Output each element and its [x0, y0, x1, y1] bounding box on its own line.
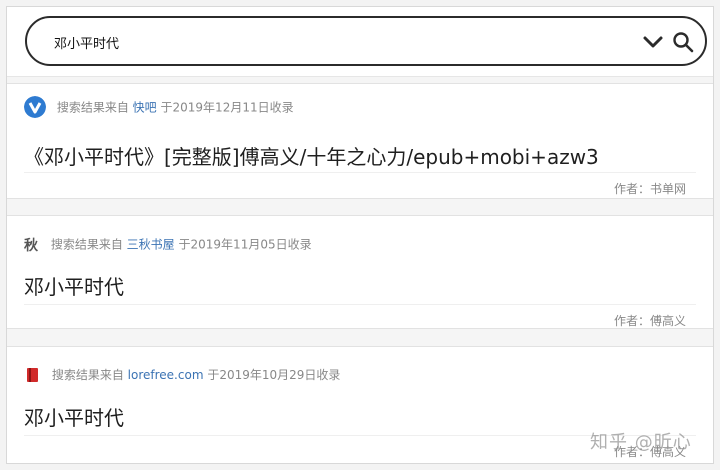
source-prefix: 搜索结果来自	[51, 368, 124, 382]
source-date: 于2019年10月29日收录	[207, 368, 341, 382]
result-author: 作者：书单网	[613, 182, 686, 196]
kuaiba-logo-icon	[24, 96, 46, 118]
source-prefix: 搜索结果来自	[50, 237, 123, 252]
sanqiu-logo-icon: 秋	[24, 238, 38, 254]
result-title[interactable]: 《邓小平时代》[完整版]傅高义/十年之心力/epub+mobi+azw3	[24, 141, 599, 170]
divider	[24, 172, 696, 173]
source-site-link[interactable]: lorefree.com	[128, 368, 204, 382]
result-title[interactable]: 邓小平时代	[24, 402, 124, 431]
source-site-link[interactable]: 三秋书屋	[127, 238, 175, 252]
divider	[24, 304, 696, 305]
search-result-card[interactable]: 搜索结果来自 快吧 于2019年12月11日收录 《邓小平时代》[完整版]傅高义…	[7, 83, 713, 199]
source-site-link[interactable]: 快吧	[133, 101, 157, 115]
search-header: 邓小平时代	[7, 7, 713, 77]
result-source: 搜索结果来自 lorefree.com 于2019年10月29日收录	[24, 366, 340, 383]
source-date: 于2019年12月11日收录	[160, 100, 294, 115]
result-source: 搜索结果来自 快吧 于2019年12月11日收录	[24, 96, 294, 119]
search-icon[interactable]	[672, 31, 694, 53]
zhihu-watermark: 知乎 @昕心	[590, 432, 692, 453]
search-result-card[interactable]: 秋 搜索结果来自 三秋书屋 于2019年11月05日收录 邓小平时代 作者：傅高…	[7, 215, 713, 329]
app-frame: 邓小平时代 搜索结果来自 快吧 于2019年12月11日收录 《邓小平时代》[完…	[6, 6, 714, 464]
red-book-icon	[27, 367, 38, 382]
source-date: 于2019年11月05日收录	[178, 237, 312, 252]
search-input[interactable]: 邓小平时代	[54, 33, 119, 52]
source-prefix: 搜索结果来自	[56, 100, 129, 115]
chevron-down-icon[interactable]	[642, 33, 664, 51]
result-title[interactable]: 邓小平时代	[24, 271, 124, 300]
result-source: 秋 搜索结果来自 三秋书屋 于2019年11月05日收录	[24, 235, 312, 255]
result-author: 作者：傅高义	[613, 314, 686, 328]
search-box[interactable]: 邓小平时代	[25, 16, 707, 66]
